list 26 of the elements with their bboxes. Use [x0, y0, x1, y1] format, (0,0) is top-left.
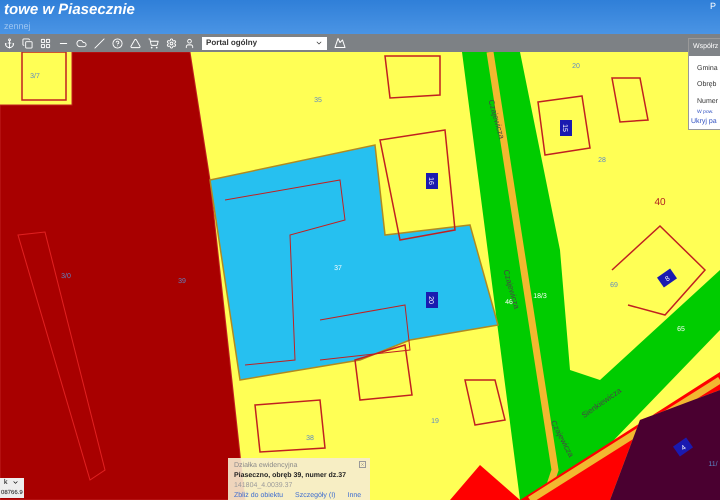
chevron-down-icon: [315, 39, 323, 47]
selected-parcel[interactable]: [209, 144, 499, 381]
building-outline: [254, 399, 326, 453]
building-outline: [611, 77, 649, 123]
building-outline: [21, 52, 67, 101]
mountain-icon[interactable]: [334, 37, 346, 49]
copy-icon[interactable]: [22, 38, 33, 48]
slash-icon[interactable]: [94, 38, 105, 48]
grid-icon[interactable]: [40, 38, 51, 48]
settings-icon[interactable]: [166, 38, 177, 48]
anchor-icon[interactable]: [4, 38, 15, 48]
cloud-icon[interactable]: [76, 38, 87, 48]
building-outline: [537, 95, 591, 156]
parcel-number: 40: [654, 197, 666, 208]
header-subtitle: zennej: [4, 20, 32, 33]
header-corner-text: P: [710, 0, 716, 13]
header-title: towe w Piasecznie: [4, 0, 135, 20]
triangle-icon[interactable]: [130, 38, 141, 48]
cart-icon[interactable]: [148, 38, 159, 48]
close-icon[interactable]: [359, 461, 366, 468]
chevron-down-icon: [12, 478, 18, 486]
building-outline: [384, 55, 441, 99]
help-icon[interactable]: [112, 38, 123, 48]
building-outline: [464, 379, 506, 426]
user-icon[interactable]: [184, 38, 195, 48]
portal-select[interactable]: Portal ogólny: [202, 36, 327, 50]
